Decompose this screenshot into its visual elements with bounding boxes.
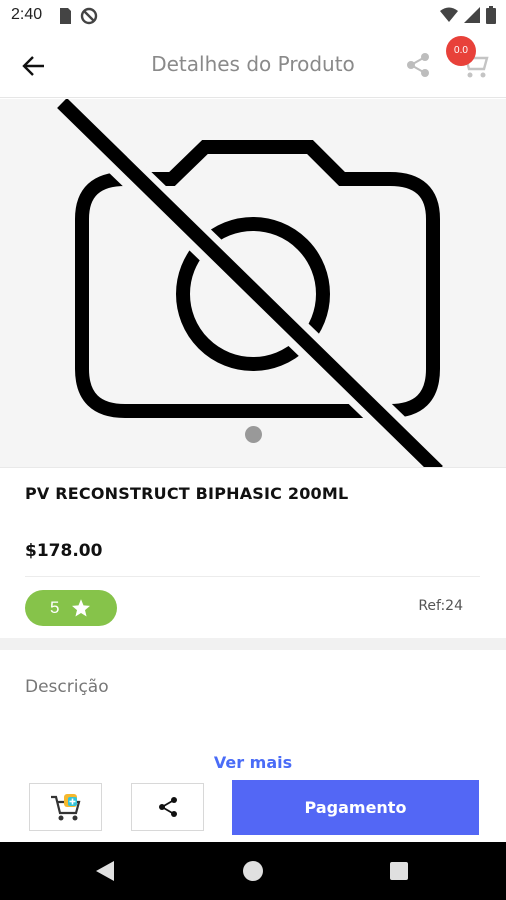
nav-recent-apps-button[interactable]: [390, 862, 408, 880]
battery-icon: [486, 6, 496, 28]
rating-value: 5: [50, 598, 60, 617]
wifi-icon: [440, 7, 458, 27]
product-ref: Ref:24: [418, 598, 463, 614]
app-bar: Detalhes do Produto 0.0: [0, 32, 506, 98]
share-icon: [158, 797, 177, 817]
product-name: PV RECONSTRUCT BIPHASIC 200ML: [25, 484, 349, 503]
divider: [25, 576, 480, 577]
status-time: 2:40: [11, 6, 43, 23]
star-icon: [72, 599, 91, 617]
status-left-icons: [58, 7, 98, 29]
divider: [0, 467, 506, 468]
nav-back-button[interactable]: [96, 861, 114, 885]
description-label: Descrição: [25, 677, 109, 697]
add-to-cart-button[interactable]: [29, 783, 102, 831]
share-button-top[interactable]: [404, 51, 432, 79]
rating-badge: 5: [25, 590, 117, 626]
signal-icon: [464, 7, 480, 27]
section-divider: [0, 638, 506, 650]
page-title-text: Detalhes do Produto: [151, 52, 355, 76]
sd-card-icon: [58, 7, 72, 29]
carousel-dot[interactable]: [245, 426, 262, 443]
nav-back-icon: [96, 861, 114, 881]
cart-badge: 0.0: [446, 36, 476, 66]
no-location-icon: [80, 7, 98, 29]
nav-home-button[interactable]: [243, 861, 263, 881]
status-right-icons: [440, 6, 496, 28]
payment-button[interactable]: Pagamento: [232, 780, 479, 835]
see-more-link[interactable]: Ver mais: [0, 753, 506, 772]
product-image[interactable]: [0, 99, 506, 467]
bottom-action-bar: Pagamento: [0, 778, 506, 840]
add-to-cart-icon: [50, 794, 80, 821]
product-price: $178.00: [25, 541, 103, 561]
share-button[interactable]: [131, 783, 204, 831]
status-bar: 2:40: [0, 0, 506, 32]
share-icon: [407, 53, 429, 77]
system-nav-bar: [0, 842, 506, 900]
no-camera-icon: [41, 99, 458, 467]
